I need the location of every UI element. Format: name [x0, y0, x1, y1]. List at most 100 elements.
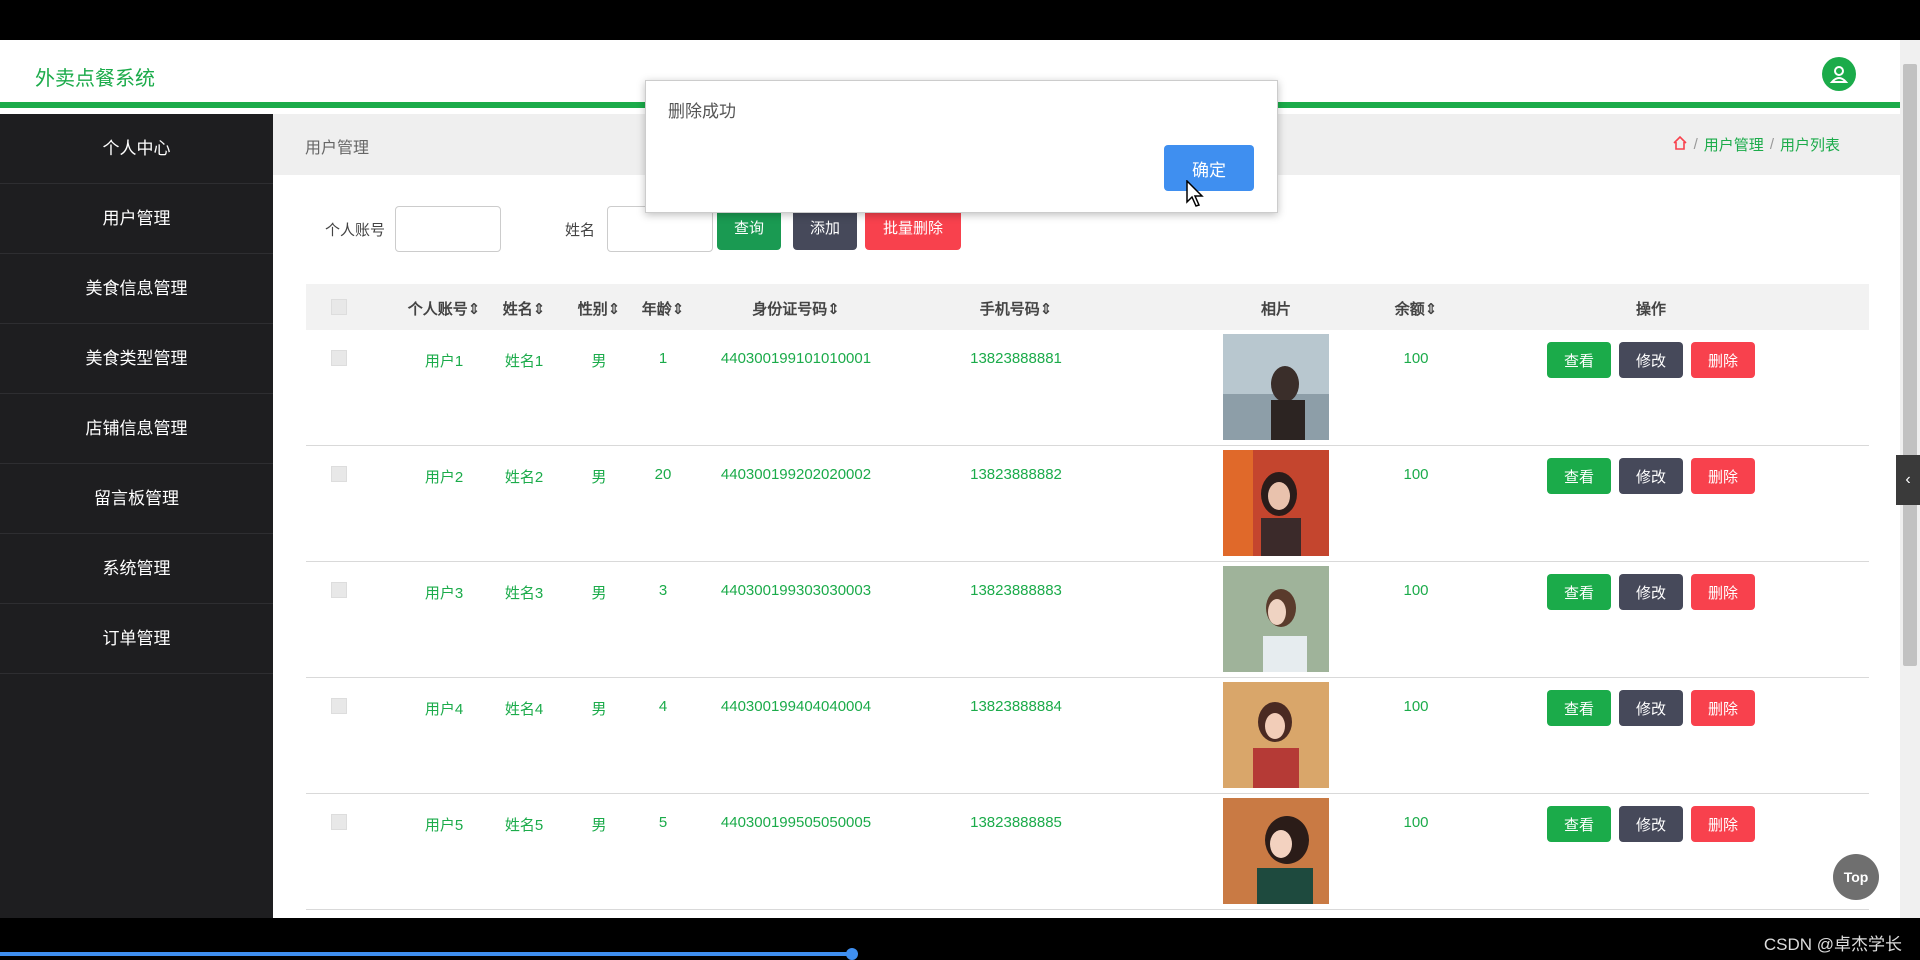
cell-account: 用户3: [424, 585, 464, 602]
edit-button[interactable]: 修改: [1619, 574, 1683, 610]
sidebar-item-message-board[interactable]: 留言板管理: [0, 464, 273, 534]
cell-idcard: 440300199404040004: [720, 698, 872, 715]
user-avatar-icon[interactable]: [1822, 57, 1856, 91]
cell-age: 3: [658, 582, 668, 599]
sort-icon: ⇕: [467, 301, 481, 318]
table-row: 用户4 姓名4 男 4 440300199404040004 138238888…: [306, 678, 1869, 794]
header-balance[interactable]: 余额⇕: [1366, 298, 1466, 319]
user-photo[interactable]: [1223, 682, 1329, 788]
edit-button[interactable]: 修改: [1619, 806, 1683, 842]
header-phone[interactable]: 手机号码⇕: [916, 298, 1116, 319]
main-content: 用户管理 / 用户管理 / 用户列表 个人账号 姓名 查询 添加 批量删除 个人…: [273, 114, 1900, 918]
cell-gender: 男: [591, 469, 607, 486]
delete-button[interactable]: 删除: [1691, 806, 1755, 842]
sort-icon: ⇕: [1039, 301, 1053, 318]
account-label: 个人账号: [325, 222, 386, 239]
row-checkbox[interactable]: [331, 698, 347, 714]
dialog-message: 删除成功: [668, 102, 736, 121]
table-row: 用户2 姓名2 男 20 440300199202020002 13823888…: [306, 446, 1869, 562]
edit-button[interactable]: 修改: [1619, 342, 1683, 378]
user-photo[interactable]: [1223, 450, 1329, 556]
cell-account: 用户2: [424, 469, 464, 486]
cell-age: 4: [658, 698, 668, 715]
cell-gender: 男: [591, 817, 607, 834]
alert-dialog: 删除成功 确定: [645, 80, 1278, 213]
sidebar-item-food-type[interactable]: 美食类型管理: [0, 324, 273, 394]
breadcrumb: / 用户管理 / 用户列表: [1672, 134, 1840, 155]
cell-account: 用户5: [424, 817, 464, 834]
cell-age: 1: [658, 350, 668, 367]
sidebar-item-orders[interactable]: 订单管理: [0, 604, 273, 674]
cell-age: 5: [658, 814, 668, 831]
brand-title: 外卖点餐系统: [35, 68, 155, 90]
table-row: 用户5 姓名5 男 5 440300199505050005 138238888…: [306, 794, 1869, 910]
cell-balance: 100: [1403, 582, 1429, 599]
video-progress[interactable]: [0, 952, 852, 956]
header-account[interactable]: 个人账号⇕: [394, 298, 494, 319]
delete-button[interactable]: 删除: [1691, 690, 1755, 726]
sort-icon: ⇕: [607, 301, 621, 318]
back-to-top-button[interactable]: Top: [1833, 854, 1879, 900]
view-button[interactable]: 查看: [1547, 690, 1611, 726]
mouse-cursor-icon: [1186, 180, 1204, 207]
sort-icon: ⇕: [532, 301, 546, 318]
cell-age: 20: [654, 466, 672, 483]
row-checkbox[interactable]: [331, 466, 347, 482]
cell-phone: 13823888885: [970, 814, 1062, 831]
user-table: 个人账号⇕ 姓名⇕ 性别⇕ 年龄⇕ 身份证号码⇕ 手机号码⇕ 相片 余额⇕ 操作…: [306, 284, 1869, 910]
sidebar-item-user-management[interactable]: 用户管理: [0, 184, 273, 254]
view-button[interactable]: 查看: [1547, 574, 1611, 610]
delete-button[interactable]: 删除: [1691, 458, 1755, 494]
watermark: CSDN @卓杰学长: [1763, 935, 1902, 954]
sidebar-item-food-info[interactable]: 美食信息管理: [0, 254, 273, 324]
cell-idcard: 440300199303030003: [720, 582, 872, 599]
header-idcard[interactable]: 身份证号码⇕: [696, 298, 896, 319]
delete-button[interactable]: 删除: [1691, 342, 1755, 378]
delete-button[interactable]: 删除: [1691, 574, 1755, 610]
table-header: 个人账号⇕ 姓名⇕ 性别⇕ 年龄⇕ 身份证号码⇕ 手机号码⇕ 相片 余额⇕ 操作: [306, 284, 1869, 330]
user-photo[interactable]: [1223, 798, 1329, 904]
edit-button[interactable]: 修改: [1619, 458, 1683, 494]
account-input[interactable]: [395, 206, 501, 252]
scrollbar-thumb[interactable]: [1903, 64, 1917, 666]
cell-gender: 男: [591, 585, 607, 602]
breadcrumb-separator: /: [1693, 136, 1698, 153]
view-button[interactable]: 查看: [1547, 458, 1611, 494]
user-photo[interactable]: [1223, 334, 1329, 440]
page-title: 用户管理: [305, 140, 370, 157]
progress-handle[interactable]: [846, 948, 858, 960]
view-button[interactable]: 查看: [1547, 806, 1611, 842]
cell-account: 用户1: [424, 353, 464, 370]
view-button[interactable]: 查看: [1547, 342, 1611, 378]
cell-balance: 100: [1403, 698, 1429, 715]
screen-top-bar: [0, 0, 1920, 40]
sidebar-item-system[interactable]: 系统管理: [0, 534, 273, 604]
cell-balance: 100: [1403, 350, 1429, 367]
cell-idcard: 440300199505050005: [720, 814, 872, 831]
cell-idcard: 440300199101010001: [720, 350, 872, 367]
row-checkbox[interactable]: [331, 350, 347, 366]
confirm-button[interactable]: 确定: [1164, 145, 1254, 191]
cell-phone: 13823888883: [970, 582, 1062, 599]
sidebar-item-personal-center[interactable]: 个人中心: [0, 114, 273, 184]
cell-phone: 13823888881: [970, 350, 1062, 367]
table-row: 用户1 姓名1 男 1 440300199101010001 138238888…: [306, 330, 1869, 446]
breadcrumb-user-list: 用户列表: [1779, 137, 1840, 154]
select-all-checkbox[interactable]: [331, 299, 347, 315]
app-window: 外卖点餐系统 个人中心 用户管理 美食信息管理 美食类型管理 店铺信息管理 留言…: [0, 40, 1900, 918]
home-icon[interactable]: [1672, 135, 1688, 155]
cell-name: 姓名1: [504, 353, 544, 370]
table-row: 用户3 姓名3 男 3 440300199303030003 138238888…: [306, 562, 1869, 678]
header-age[interactable]: 年龄⇕: [628, 298, 698, 319]
header-gender[interactable]: 性别⇕: [564, 298, 634, 319]
row-checkbox[interactable]: [331, 814, 347, 830]
breadcrumb-user-management[interactable]: 用户管理: [1704, 134, 1764, 155]
sort-icon: ⇕: [827, 301, 840, 318]
chevron-left-icon[interactable]: ‹: [1896, 455, 1920, 505]
header-name[interactable]: 姓名⇕: [489, 298, 559, 319]
user-photo[interactable]: [1223, 566, 1329, 672]
edit-button[interactable]: 修改: [1619, 690, 1683, 726]
row-checkbox[interactable]: [331, 582, 347, 598]
sidebar-item-shop-info[interactable]: 店铺信息管理: [0, 394, 273, 464]
cell-account: 用户4: [424, 701, 464, 718]
